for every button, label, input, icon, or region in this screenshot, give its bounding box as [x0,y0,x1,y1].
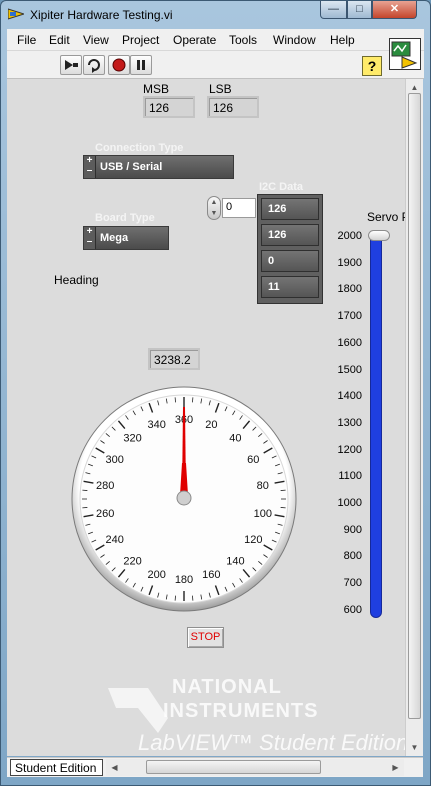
gauge-scale-label: 200 [147,569,165,581]
horizontal-scrollbar[interactable]: ◀ ▶ [106,759,404,776]
array-element: 11 [261,276,319,298]
lsb-indicator: 126 [207,96,259,118]
array-index-field[interactable]: 0 [222,198,256,218]
gauge-scale-label: 220 [123,555,141,567]
servo-scale-label: 1000 [337,497,362,509]
connection-type-label: Connection Type [95,142,184,154]
gauge-scale-label: 240 [106,534,124,546]
menu-edit[interactable]: Edit [49,33,70,47]
menu-file[interactable]: File [17,33,36,47]
window-title: Xipiter Hardware Testing.vi [30,8,173,22]
gauge-hub [176,490,192,506]
scroll-left-icon[interactable]: ◀ [106,759,123,776]
gauge-scale-label: 100 [254,508,272,520]
stop-button[interactable]: STOP [187,627,224,648]
servo-scale-label: 2000 [337,230,362,242]
servo-scale-label: 700 [343,577,362,590]
run-continuously-icon[interactable] [83,55,105,75]
msb-label: MSB [143,82,170,96]
ring-increment-icon[interactable]: + – [84,156,96,178]
context-help-button[interactable]: ? [362,56,382,76]
connection-type-ring[interactable]: + – USB / Serial [83,155,234,179]
servo-label: Servo P [367,210,405,224]
gauge-scale-label: 20 [205,419,217,431]
vertical-scroll-thumb[interactable] [408,93,421,719]
servo-scale-label: 800 [343,550,362,563]
abort-icon[interactable] [108,55,130,75]
board-type-ring[interactable]: + – Mega [83,226,169,250]
scroll-right-icon[interactable]: ▶ [387,759,404,776]
servo-scale-label: 1400 [337,390,362,403]
menu-tools[interactable]: Tools [229,33,257,47]
gauge-scale-label: 300 [106,454,124,466]
array-element: 126 [261,198,319,220]
servo-scale-label: 1600 [337,336,362,349]
gauge-scale-label: 80 [257,480,269,492]
index-spinner-icon[interactable]: ▲ ▼ [207,196,221,220]
horizontal-scroll-thumb[interactable] [146,760,321,774]
watermark-line-1: NATIONAL [172,676,282,698]
servo-scale-label: 1900 [337,256,362,269]
servo-slider-thumb[interactable] [368,230,390,241]
servo-scale-label: 1700 [337,310,362,323]
array-element: 0 [261,250,319,272]
student-edition-badge: Student Edition [10,759,103,776]
gauge-scale-label: 160 [202,569,220,581]
menu-project[interactable]: Project [122,33,159,47]
menu-operate[interactable]: Operate [173,33,216,47]
servo-scale-label: 1800 [337,283,362,296]
gauge-scale-label: 260 [96,508,114,520]
heading-gauge: 3602040608010012014016018020022024026028… [71,386,297,612]
heading-digital-display: 3238.2 [148,348,200,370]
heading-label: Heading [54,273,99,287]
gauge-scale-label: 180 [175,574,193,586]
lsb-label: LSB [209,82,232,96]
scroll-down-icon[interactable]: ▼ [406,739,423,756]
minimize-button[interactable]: — [320,1,347,19]
run-arrow-icon[interactable] [60,55,82,75]
gauge-scale-label: 120 [244,534,262,546]
servo-scale-label: 1100 [338,470,362,483]
array-element: 126 [261,224,319,246]
servo-scale-label: 1300 [337,416,362,429]
menubar: File Edit View Project Operate Tools Win… [7,29,424,51]
gauge-scale-label: 40 [229,433,241,445]
board-type-value: Mega [100,232,129,244]
pause-icon[interactable] [130,55,152,75]
connection-type-value: USB / Serial [100,161,163,173]
vertical-scrollbar[interactable]: ▲ ▼ [405,79,423,756]
vi-icon [389,38,421,70]
servo-scale-label: 600 [343,603,362,616]
i2c-data-label: I2C Data [259,181,304,193]
menu-view[interactable]: View [83,33,109,47]
board-type-label: Board Type [95,212,155,224]
national-instruments-logo-icon [108,688,168,733]
gauge-scale-label: 340 [147,419,165,431]
servo-slider-track[interactable] [370,230,382,618]
servo-scale-label: 1500 [337,363,362,376]
labview-app-icon [8,8,24,20]
gauge-scale-label: 280 [96,480,114,492]
close-button[interactable]: ✕ [372,1,417,19]
menu-window[interactable]: Window [273,33,316,47]
msb-indicator: 126 [143,96,195,118]
servo-scale-label: 900 [343,523,362,536]
watermark-line-3: LabVIEW™ Student Edition [138,730,409,755]
ring-increment-icon[interactable]: + – [84,227,96,249]
menu-help[interactable]: Help [330,33,355,47]
watermark-line-2: INSTRUMENTS [163,700,319,722]
i2c-data-array: 126 126 0 11 [257,194,323,304]
gauge-scale-label: 60 [247,454,259,466]
servo-scale-label: 1200 [337,443,362,456]
maximize-button[interactable]: □ [347,1,372,19]
gauge-scale-label: 140 [226,555,244,567]
gauge-scale-label: 320 [123,433,141,445]
